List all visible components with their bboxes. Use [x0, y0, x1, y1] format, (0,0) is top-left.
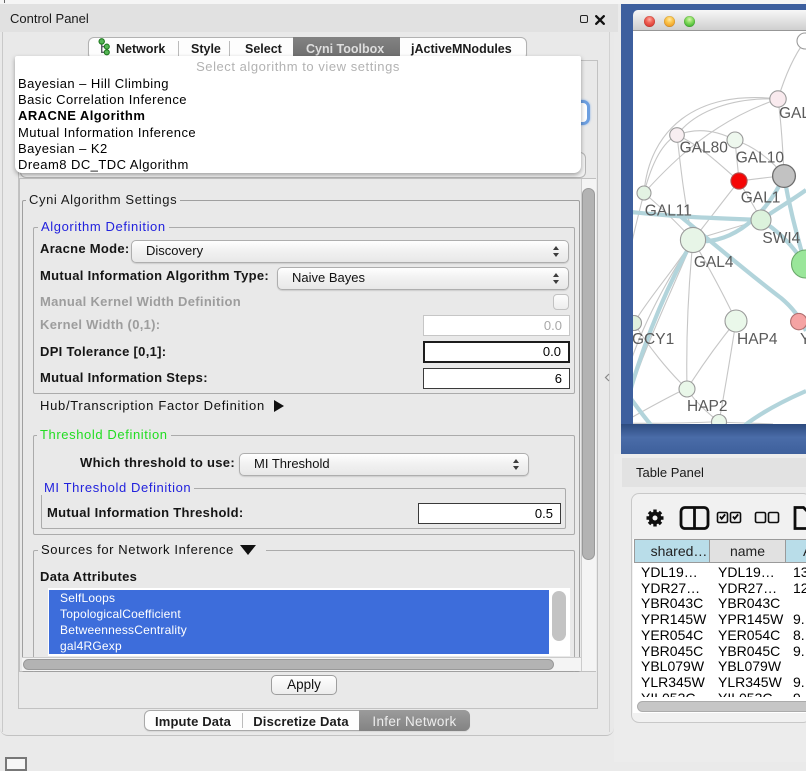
svg-text:HAP4: HAP4	[737, 331, 778, 348]
svg-text:GAL7: GAL7	[779, 105, 806, 122]
svg-text:HAP2: HAP2	[687, 398, 728, 415]
svg-text:GCY1: GCY1	[633, 331, 674, 348]
svg-text:SWI4: SWI4	[762, 230, 800, 247]
svg-text:GAL10: GAL10	[736, 149, 785, 166]
svg-text:GAL80: GAL80	[680, 139, 729, 156]
svg-text:GAL11: GAL11	[645, 203, 692, 220]
svg-text:Y: Y	[800, 331, 806, 348]
svg-text:GAL1: GAL1	[741, 189, 781, 206]
svg-text:GAL4: GAL4	[694, 254, 734, 271]
